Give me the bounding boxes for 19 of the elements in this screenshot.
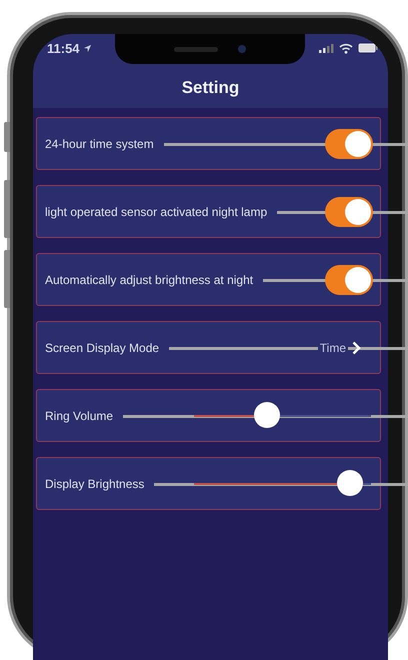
screen-title: Setting xyxy=(180,78,240,98)
setting-label: 24-hour time system xyxy=(45,136,154,150)
slider-thumb[interactable] xyxy=(336,470,363,496)
location-arrow-icon xyxy=(82,44,92,52)
toggle-switch[interactable] xyxy=(325,196,373,226)
setting-label: Screen Display Mode xyxy=(45,340,160,354)
slider-thumb[interactable] xyxy=(254,402,280,428)
setting-label: Automatically adjust brightness at night xyxy=(45,272,254,286)
chevron-right-icon xyxy=(352,340,361,354)
status-time: 11:54 xyxy=(47,40,80,56)
setting-label: Ring Volume xyxy=(45,408,114,422)
signal-icon xyxy=(319,43,334,53)
setting-card[interactable]: Screen Display Mode Time xyxy=(36,321,381,374)
toggle-switch[interactable] xyxy=(325,264,373,294)
wifi-icon xyxy=(339,42,353,54)
battery-icon xyxy=(358,43,378,53)
setting-label: light operated sensor activated night lamp xyxy=(45,204,268,218)
setting-label: Display Brightness xyxy=(45,476,144,490)
toggle-switch[interactable] xyxy=(325,128,373,158)
